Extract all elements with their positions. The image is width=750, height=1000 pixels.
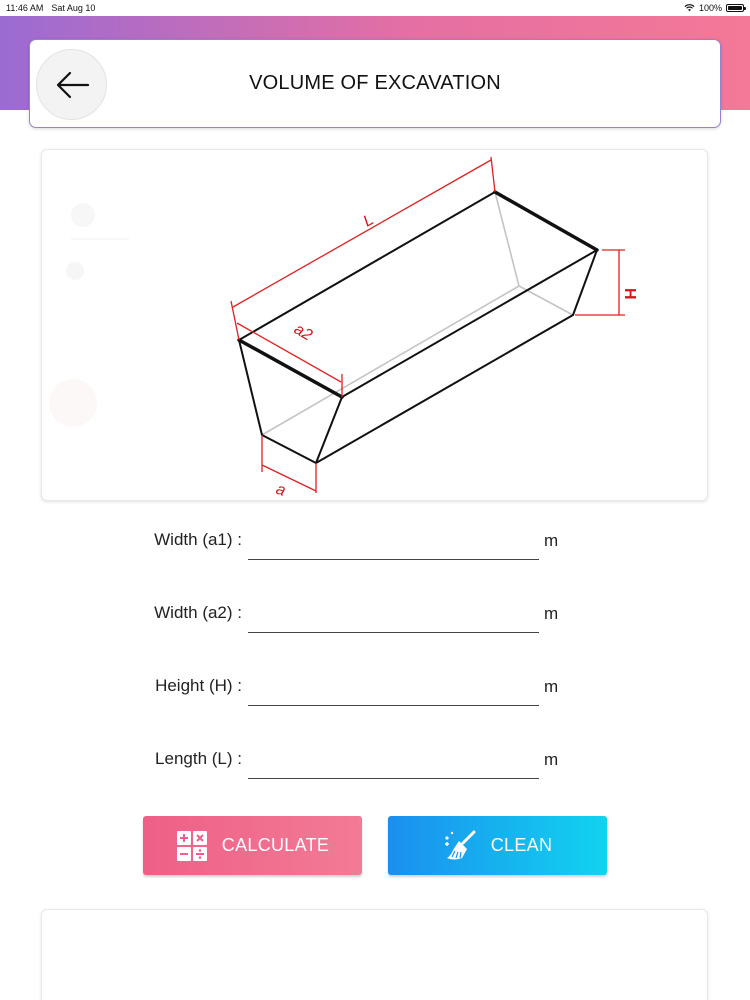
excavation-diagram: L a2 H a — [49, 156, 638, 500]
width-a2-input[interactable] — [248, 597, 539, 633]
dim-label-height: H — [621, 288, 638, 300]
diagram-card: L a2 H a — [41, 149, 708, 501]
height-unit: m — [544, 677, 559, 696]
height-label: Height (H) : — [155, 676, 242, 695]
length-label: Length (L) : — [155, 749, 242, 768]
wifi-icon — [684, 4, 695, 12]
dim-label-top-width: a2 — [291, 321, 315, 345]
form-row-width-a1: Width (a1) : m — [0, 524, 750, 564]
width-a1-label: Width (a1) : — [154, 530, 242, 549]
form-row-width-a2: Width (a2) : m — [0, 597, 750, 637]
dim-label-bottom-width: a — [274, 481, 288, 500]
dim-label-length: L — [361, 211, 377, 230]
page-title: VOLUME OF EXCAVATION — [249, 72, 501, 94]
title-card: VOLUME OF EXCAVATION — [29, 39, 721, 128]
width-a1-unit: m — [544, 531, 559, 550]
calculate-label: CALCULATE — [221, 835, 330, 855]
status-bar: 11:46 AM Sat Aug 10 100% — [0, 0, 750, 16]
battery-percent: 100% — [698, 3, 722, 13]
status-time: 11:46 AM — [6, 3, 44, 13]
length-input[interactable] — [248, 743, 539, 779]
form-row-length: Length (L) : m — [0, 743, 750, 783]
broom-icon — [444, 830, 476, 859]
battery-icon — [726, 4, 746, 12]
calculate-button[interactable]: CALCULATE — [143, 816, 362, 875]
trench-edges — [237, 190, 599, 464]
clean-button[interactable]: CLEAN — [388, 816, 607, 875]
status-date: Sat Aug 10 — [51, 3, 96, 13]
watermark-decoration — [49, 203, 129, 427]
dimension-lines — [230, 156, 625, 493]
width-a2-unit: m — [544, 604, 559, 623]
calculator-icon — [176, 830, 207, 861]
width-a2-label: Width (a2) : — [154, 603, 242, 622]
clean-label: CLEAN — [490, 835, 553, 855]
height-input[interactable] — [248, 670, 539, 706]
result-card — [41, 909, 708, 1000]
hidden-edges — [261, 191, 574, 436]
length-unit: m — [544, 750, 559, 769]
status-right: 100% — [684, 3, 746, 13]
form-row-height: Height (H) : m — [0, 670, 750, 710]
width-a1-input[interactable] — [248, 524, 539, 560]
